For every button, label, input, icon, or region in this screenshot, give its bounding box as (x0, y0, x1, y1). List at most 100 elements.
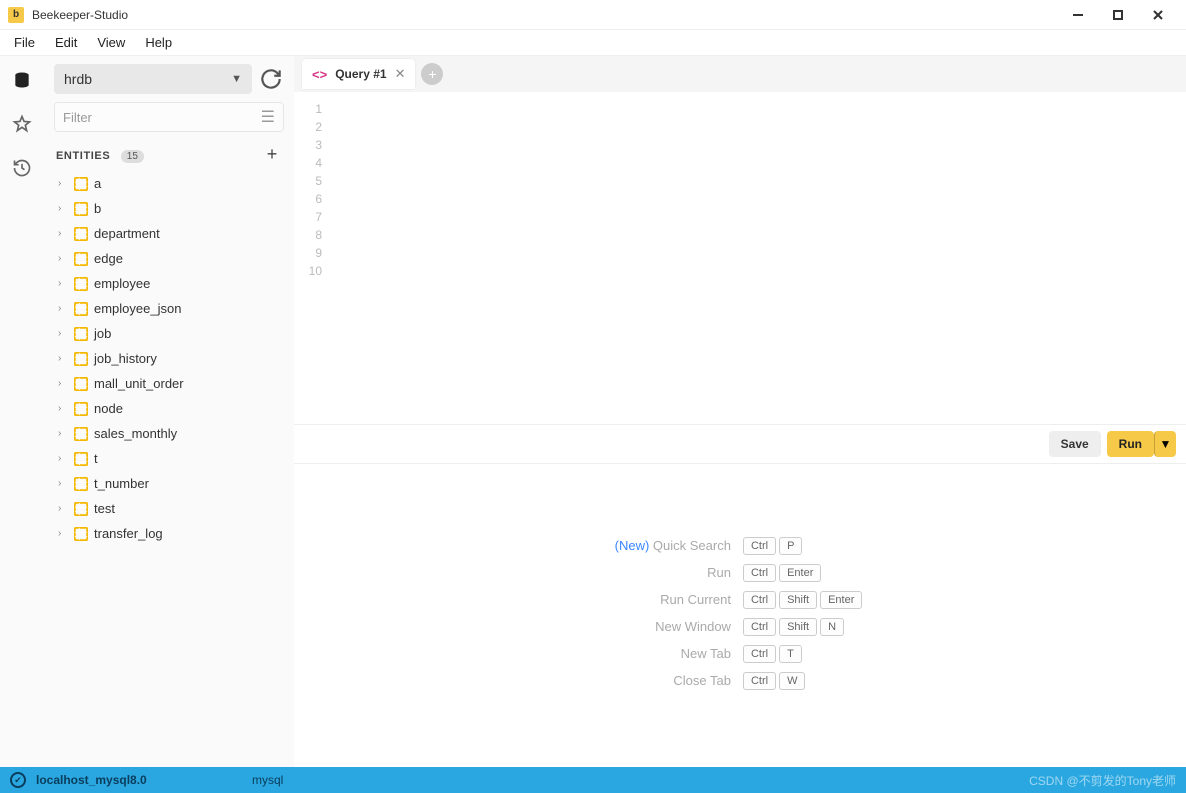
menu-file[interactable]: File (4, 31, 45, 54)
shortcut-keys: CtrlT (743, 644, 865, 663)
minimize-button[interactable] (1058, 1, 1098, 29)
menu-help[interactable]: Help (135, 31, 182, 54)
maximize-button[interactable] (1098, 1, 1138, 29)
table-icon (74, 227, 88, 241)
window-title: Beekeeper-Studio (32, 8, 1058, 22)
run-dropdown-button[interactable]: ▼ (1154, 431, 1176, 457)
entity-item[interactable]: › job (54, 321, 284, 346)
key-badge: Enter (820, 591, 862, 609)
entity-item[interactable]: › test (54, 496, 284, 521)
entity-item[interactable]: › sales_monthly (54, 421, 284, 446)
entity-item[interactable]: › node (54, 396, 284, 421)
entity-item[interactable]: › edge (54, 246, 284, 271)
new-tab-button[interactable]: + (421, 63, 443, 85)
connection-name[interactable]: localhost_mysql8.0 (36, 773, 147, 787)
table-icon (74, 252, 88, 266)
sql-editor[interactable]: 12345678910 (294, 92, 1186, 424)
line-gutter: 12345678910 (294, 92, 328, 424)
status-bar: ✔ localhost_mysql8.0 mysql CSDN @不剪发的Ton… (0, 767, 1186, 793)
shortcut-keys: CtrlP (743, 536, 865, 555)
table-icon (74, 502, 88, 516)
entity-item[interactable]: › department (54, 221, 284, 246)
entity-name: t (94, 451, 98, 466)
shortcut-keys: CtrlEnter (743, 563, 865, 582)
entity-item[interactable]: › employee (54, 271, 284, 296)
filter-input[interactable] (63, 110, 261, 125)
entity-item[interactable]: › t_number (54, 471, 284, 496)
shortcut-label: Close Tab (615, 671, 735, 690)
chevron-right-icon: › (58, 453, 68, 464)
run-button[interactable]: Run (1107, 431, 1154, 457)
refresh-button[interactable] (258, 66, 284, 92)
key-badge: T (779, 645, 802, 663)
entity-name: employee (94, 276, 150, 291)
entity-name: transfer_log (94, 526, 163, 541)
shortcut-keys: CtrlW (743, 671, 865, 690)
key-badge: Shift (779, 618, 817, 636)
chevron-right-icon: › (58, 403, 68, 414)
filter-options-icon[interactable]: ☰ (261, 107, 275, 127)
chevron-right-icon: › (58, 203, 68, 214)
menu-bar: File Edit View Help (0, 30, 1186, 56)
shortcut-label: (New) Quick Search (615, 536, 735, 555)
tab-close-icon[interactable]: ✕ (395, 66, 406, 82)
chevron-right-icon: › (58, 503, 68, 514)
entity-name: department (94, 226, 160, 241)
database-select[interactable]: hrdb ▼ (54, 64, 252, 94)
entity-name: a (94, 176, 101, 191)
entity-name: sales_monthly (94, 426, 177, 441)
chevron-right-icon: › (58, 278, 68, 289)
chevron-right-icon: › (58, 378, 68, 389)
menu-view[interactable]: View (87, 31, 135, 54)
entities-count-badge: 15 (121, 150, 144, 163)
entity-item[interactable]: › b (54, 196, 284, 221)
key-badge: Shift (779, 591, 817, 609)
shortcut-label: Run (615, 563, 735, 582)
table-icon (74, 427, 88, 441)
title-bar: b Beekeeper-Studio (0, 0, 1186, 30)
key-badge: Ctrl (743, 618, 776, 636)
entity-item[interactable]: › job_history (54, 346, 284, 371)
entities-list: › a › b › department › edge › employee ›… (54, 171, 284, 757)
code-area[interactable] (328, 92, 1186, 424)
shortcuts-panel: (New) Quick SearchCtrlPRunCtrlEnterRun C… (294, 464, 1186, 767)
add-entity-button[interactable]: + (262, 144, 282, 165)
table-icon (74, 477, 88, 491)
history-icon[interactable] (10, 156, 34, 180)
chevron-right-icon: › (58, 328, 68, 339)
entity-item[interactable]: › t (54, 446, 284, 471)
menu-edit[interactable]: Edit (45, 31, 87, 54)
left-rail (0, 56, 44, 767)
tables-icon[interactable] (10, 68, 34, 92)
entity-name: edge (94, 251, 123, 266)
table-icon (74, 177, 88, 191)
chevron-right-icon: › (58, 178, 68, 189)
entity-item[interactable]: › a (54, 171, 284, 196)
watermark-text: CSDN @不剪发的Tony老师 (1029, 772, 1176, 789)
chevron-right-icon: › (58, 478, 68, 489)
shortcut-keys: CtrlShiftEnter (743, 590, 865, 609)
entity-item[interactable]: › mall_unit_order (54, 371, 284, 396)
entities-label: ENTITIES (56, 150, 110, 162)
save-button[interactable]: Save (1049, 431, 1101, 457)
entity-item[interactable]: › transfer_log (54, 521, 284, 546)
entity-name: t_number (94, 476, 149, 491)
shortcut-label: New Tab (615, 644, 735, 663)
chevron-right-icon: › (58, 253, 68, 264)
key-badge: Ctrl (743, 537, 776, 555)
close-button[interactable] (1138, 1, 1178, 29)
chevron-down-icon: ▼ (231, 73, 242, 85)
key-badge: Ctrl (743, 672, 776, 690)
entity-name: node (94, 401, 123, 416)
table-icon (74, 352, 88, 366)
chevron-right-icon: › (58, 528, 68, 539)
entity-item[interactable]: › employee_json (54, 296, 284, 321)
key-badge: Ctrl (743, 645, 776, 663)
table-icon (74, 302, 88, 316)
entity-name: b (94, 201, 101, 216)
table-icon (74, 377, 88, 391)
favorites-icon[interactable] (10, 112, 34, 136)
table-icon (74, 327, 88, 341)
tab-query-1[interactable]: <> Query #1 ✕ (302, 59, 415, 89)
filter-box: ☰ (54, 102, 284, 132)
